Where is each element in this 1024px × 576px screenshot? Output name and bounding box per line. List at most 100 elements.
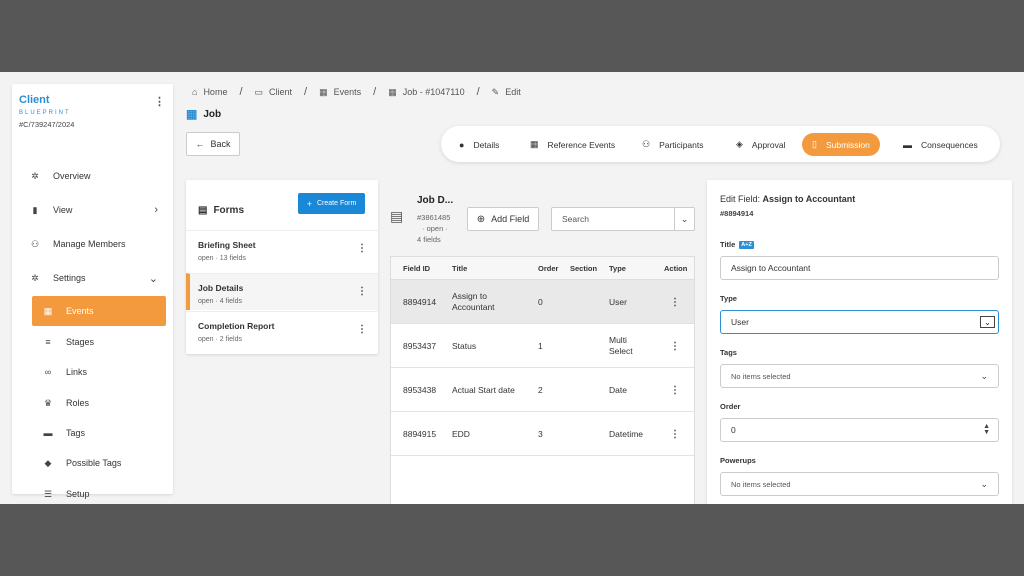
stepper-icon[interactable]: ▲ ▼ (983, 423, 990, 436)
breadcrumb-events[interactable]: ▦ Events (319, 87, 361, 98)
sidebar-menu-icon[interactable]: ⋮ (154, 97, 165, 108)
sidebar-item-links[interactable]: ∞ Links (32, 358, 166, 386)
tab-details[interactable]: ● Details (459, 133, 499, 156)
breadcrumb-home[interactable]: ⌂ Home (192, 87, 227, 97)
sidebar-item-label: Manage Members (53, 239, 126, 249)
chevron-down-icon[interactable]: ⌄ (980, 316, 995, 328)
sidebar-item-label: Settings (53, 273, 86, 283)
tab-approval[interactable]: ◈ Approval (736, 133, 785, 156)
edit-heading-name: Assign to Accountant (762, 194, 856, 204)
sidebar-item-possible-tags[interactable]: ◆ Possible Tags (32, 449, 166, 477)
order-input[interactable]: 0 ▲ ▼ (720, 418, 999, 442)
users-icon: ⚇ (642, 139, 651, 149)
tab-reference-events[interactable]: ▦ Reference Events (530, 133, 615, 156)
title-input-value: Assign to Accountant (731, 263, 811, 273)
page-title: ▦ Job (186, 107, 221, 121)
breadcrumb: ⌂ Home / ▭ Client / ▦ Events / ▦ Job - #1047… (192, 86, 521, 98)
breadcrumb-separator: / (476, 86, 480, 98)
form-item-meta: open · 2 fields (198, 336, 242, 343)
comment-icon: ▬ (903, 139, 912, 150)
sidebar-item-settings[interactable]: ✲ Settings ⌄ (19, 264, 166, 292)
form-item-meta: open · 4 fields (198, 298, 242, 305)
kebab-menu-icon[interactable]: ⋮ (357, 286, 367, 297)
row-action-icon[interactable]: ⋮ (670, 324, 680, 368)
type-select[interactable]: User ⌄ (720, 310, 999, 334)
back-button[interactable]: ← Back (186, 132, 240, 156)
sidebar-item-events[interactable]: ▦ Events (32, 296, 166, 326)
translate-badge-icon[interactable]: A+Z (739, 240, 754, 249)
form-item-job-details[interactable]: Job Details open · 4 fields ⋮ (186, 273, 378, 310)
sidebar-item-stages[interactable]: ≡ Stages (32, 328, 166, 356)
table-row[interactable]: 8894915 EDD 3 Datetime ⋮ (391, 412, 694, 456)
row-action-icon[interactable]: ⋮ (670, 280, 680, 324)
chevron-down-icon[interactable]: ⌄ (980, 371, 988, 382)
column-header[interactable]: Title (452, 257, 467, 280)
cell-title: Assign to Accountant (452, 291, 495, 312)
breadcrumb-job[interactable]: ▦ Job - #1047110 (388, 87, 464, 98)
bars-icon: ≡ (45, 337, 51, 347)
sidebar-item-label: Roles (66, 398, 90, 408)
sidebar-item-label: Possible Tags (66, 458, 122, 468)
table-row[interactable]: 8953438 Actual Start date 2 Date ⋮ (391, 368, 694, 412)
add-field-button[interactable]: ⊕ Add Field (467, 207, 539, 231)
form-item-completion-report[interactable]: Completion Report open · 2 fields ⋮ (186, 311, 378, 348)
table-row[interactable]: 8894914 Assign to Accountant 0 User ⋮ (391, 280, 694, 324)
form-item-meta: open · 13 fields (198, 255, 246, 262)
chevron-down-icon[interactable]: ⌄ (674, 208, 694, 230)
kebab-menu-icon[interactable]: ⋮ (357, 243, 367, 254)
tags-select-value: No items selected (731, 371, 791, 381)
sidebar-item-manage-members[interactable]: ⚇ Manage Members (19, 230, 166, 258)
sidebar-item-roles[interactable]: ♛ Roles (32, 389, 166, 417)
title-label: Title A+Z (720, 240, 754, 249)
tab-submission[interactable]: ▯ Submission (802, 133, 880, 156)
column-header[interactable]: Type (609, 257, 626, 280)
sidebar-item-overview[interactable]: ✲ Overview (19, 162, 166, 190)
row-action-icon[interactable]: ⋮ (670, 368, 680, 412)
powerups-select-value: No items selected (731, 479, 791, 489)
sidebar-item-tags[interactable]: ▬ Tags (32, 419, 166, 447)
column-header: Action (664, 264, 688, 273)
gear-icon: ✲ (31, 272, 39, 283)
powerups-select[interactable]: No items selected ⌄ (720, 472, 999, 496)
layers-icon: ◈ (736, 139, 743, 149)
row-action-icon[interactable]: ⋮ (670, 412, 680, 456)
plus-circle-icon: ⊕ (476, 213, 486, 225)
cell-field-id: 8953437 (403, 340, 437, 351)
search-input[interactable]: Search ⌄ (551, 207, 695, 231)
cell-type: Datetime (609, 428, 644, 439)
document-icon: ▤ (198, 205, 208, 216)
breadcrumb-label: Edit (505, 87, 521, 97)
link-icon: ∞ (44, 367, 52, 377)
tab-label: Submission (825, 139, 870, 150)
sidebar-item-setup[interactable]: ☰ Setup (32, 480, 166, 504)
cell-order: 1 (538, 340, 543, 351)
tags-select[interactable]: No items selected ⌄ (720, 364, 999, 388)
column-header[interactable]: Section (570, 257, 597, 280)
tab-consequences[interactable]: ▬ Consequences (903, 133, 978, 156)
sidebar-id: #C/739247/2024 (19, 120, 75, 129)
chevron-down-icon[interactable]: ⌄ (980, 479, 988, 490)
tab-participants[interactable]: ⚇ Participants (642, 133, 704, 156)
job-form-meta: #3861485 · open · 4 fields (417, 212, 457, 245)
title-label-text: Title (720, 240, 736, 249)
sidebar-item-label: Overview (53, 171, 91, 181)
forms-panel: ▤ Forms + Create Form Briefing Sheet open … (186, 180, 378, 354)
table-row[interactable]: 8953437 Status 1 Multi Select ⋮ (391, 324, 694, 368)
kebab-menu-icon[interactable]: ⋮ (357, 324, 367, 335)
column-header[interactable]: Order (538, 257, 558, 280)
list-icon: ☰ (43, 488, 53, 499)
column-header[interactable]: Field ID (403, 257, 430, 280)
chevron-down-icon: ⌄ (148, 272, 158, 285)
breadcrumb-edit: ✎ Edit (492, 87, 521, 98)
sidebar-item-view[interactable]: ▮ View › (19, 196, 166, 224)
sidebar-title[interactable]: Client (19, 94, 50, 106)
form-document-icon: ▤ (390, 208, 404, 224)
breadcrumb-label: Client (269, 87, 293, 97)
crown-icon: ♛ (43, 397, 53, 408)
create-form-button[interactable]: + Create Form (298, 193, 365, 214)
breadcrumb-client[interactable]: ▭ Client (255, 87, 293, 98)
job-form-status: · open · (422, 224, 448, 233)
cell-field-id: 8894914 (403, 296, 437, 307)
title-input[interactable]: Assign to Accountant (720, 256, 999, 280)
form-item-briefing-sheet[interactable]: Briefing Sheet open · 13 fields ⋮ (186, 230, 378, 267)
